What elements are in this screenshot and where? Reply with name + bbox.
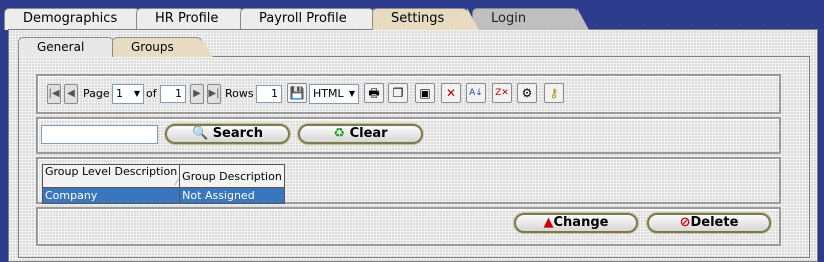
tab-label: Login [491, 11, 527, 26]
tab-label: General [37, 40, 85, 54]
column-header-group-description[interactable]: Group Description [179, 164, 285, 188]
tab-label: Demographics [23, 11, 118, 26]
column-header-group-level[interactable]: Group Level Description ⁄ [41, 164, 181, 188]
tab-general[interactable]: General [18, 37, 125, 57]
tab-label: HR Profile [155, 11, 219, 26]
tab-payroll-profile[interactable]: Payroll Profile [240, 8, 385, 30]
delete-button[interactable]: ⊘Delete [647, 213, 771, 233]
table-row[interactable]: Company Not Assigned [41, 187, 285, 204]
tab-demographics[interactable]: Demographics [4, 8, 151, 30]
table-cell: Not Assigned [179, 187, 285, 204]
search-input[interactable] [41, 125, 158, 144]
tab-hr-profile[interactable]: HR Profile [136, 8, 255, 30]
groups-table: Group Level Description ⁄ Group Descript… [41, 164, 285, 204]
no-entry-icon: ⊘ [679, 215, 691, 230]
tab-label: Payroll Profile [259, 11, 347, 26]
table-header-row: Group Level Description ⁄ Group Descript… [41, 164, 285, 188]
tab-login[interactable]: Login [472, 8, 589, 30]
search-button-label: Search [212, 126, 264, 141]
clear-button-label: Clear [349, 126, 388, 141]
table-cell: Company [41, 187, 181, 204]
sort-indicator-icon: ⁄ [175, 178, 178, 187]
delete-button-label: Delete [690, 215, 739, 230]
tab-label: Settings [391, 11, 445, 26]
tab-settings[interactable]: Settings [372, 8, 479, 30]
search-icon: 🔍 [191, 126, 209, 141]
change-button[interactable]: ▲Change [514, 213, 638, 233]
toolbar [40, 78, 777, 110]
search-button[interactable]: 🔍 Search [165, 124, 290, 144]
triangle-up-icon: ▲ [543, 215, 554, 230]
clear-button[interactable]: ♻ Clear [298, 124, 423, 144]
recycle-icon: ♻ [333, 126, 346, 141]
change-button-label: Change [553, 215, 609, 230]
column-header-label: Group Level Description [45, 165, 178, 178]
tab-groups[interactable]: Groups [112, 37, 213, 57]
tab-label: Groups [131, 40, 174, 54]
